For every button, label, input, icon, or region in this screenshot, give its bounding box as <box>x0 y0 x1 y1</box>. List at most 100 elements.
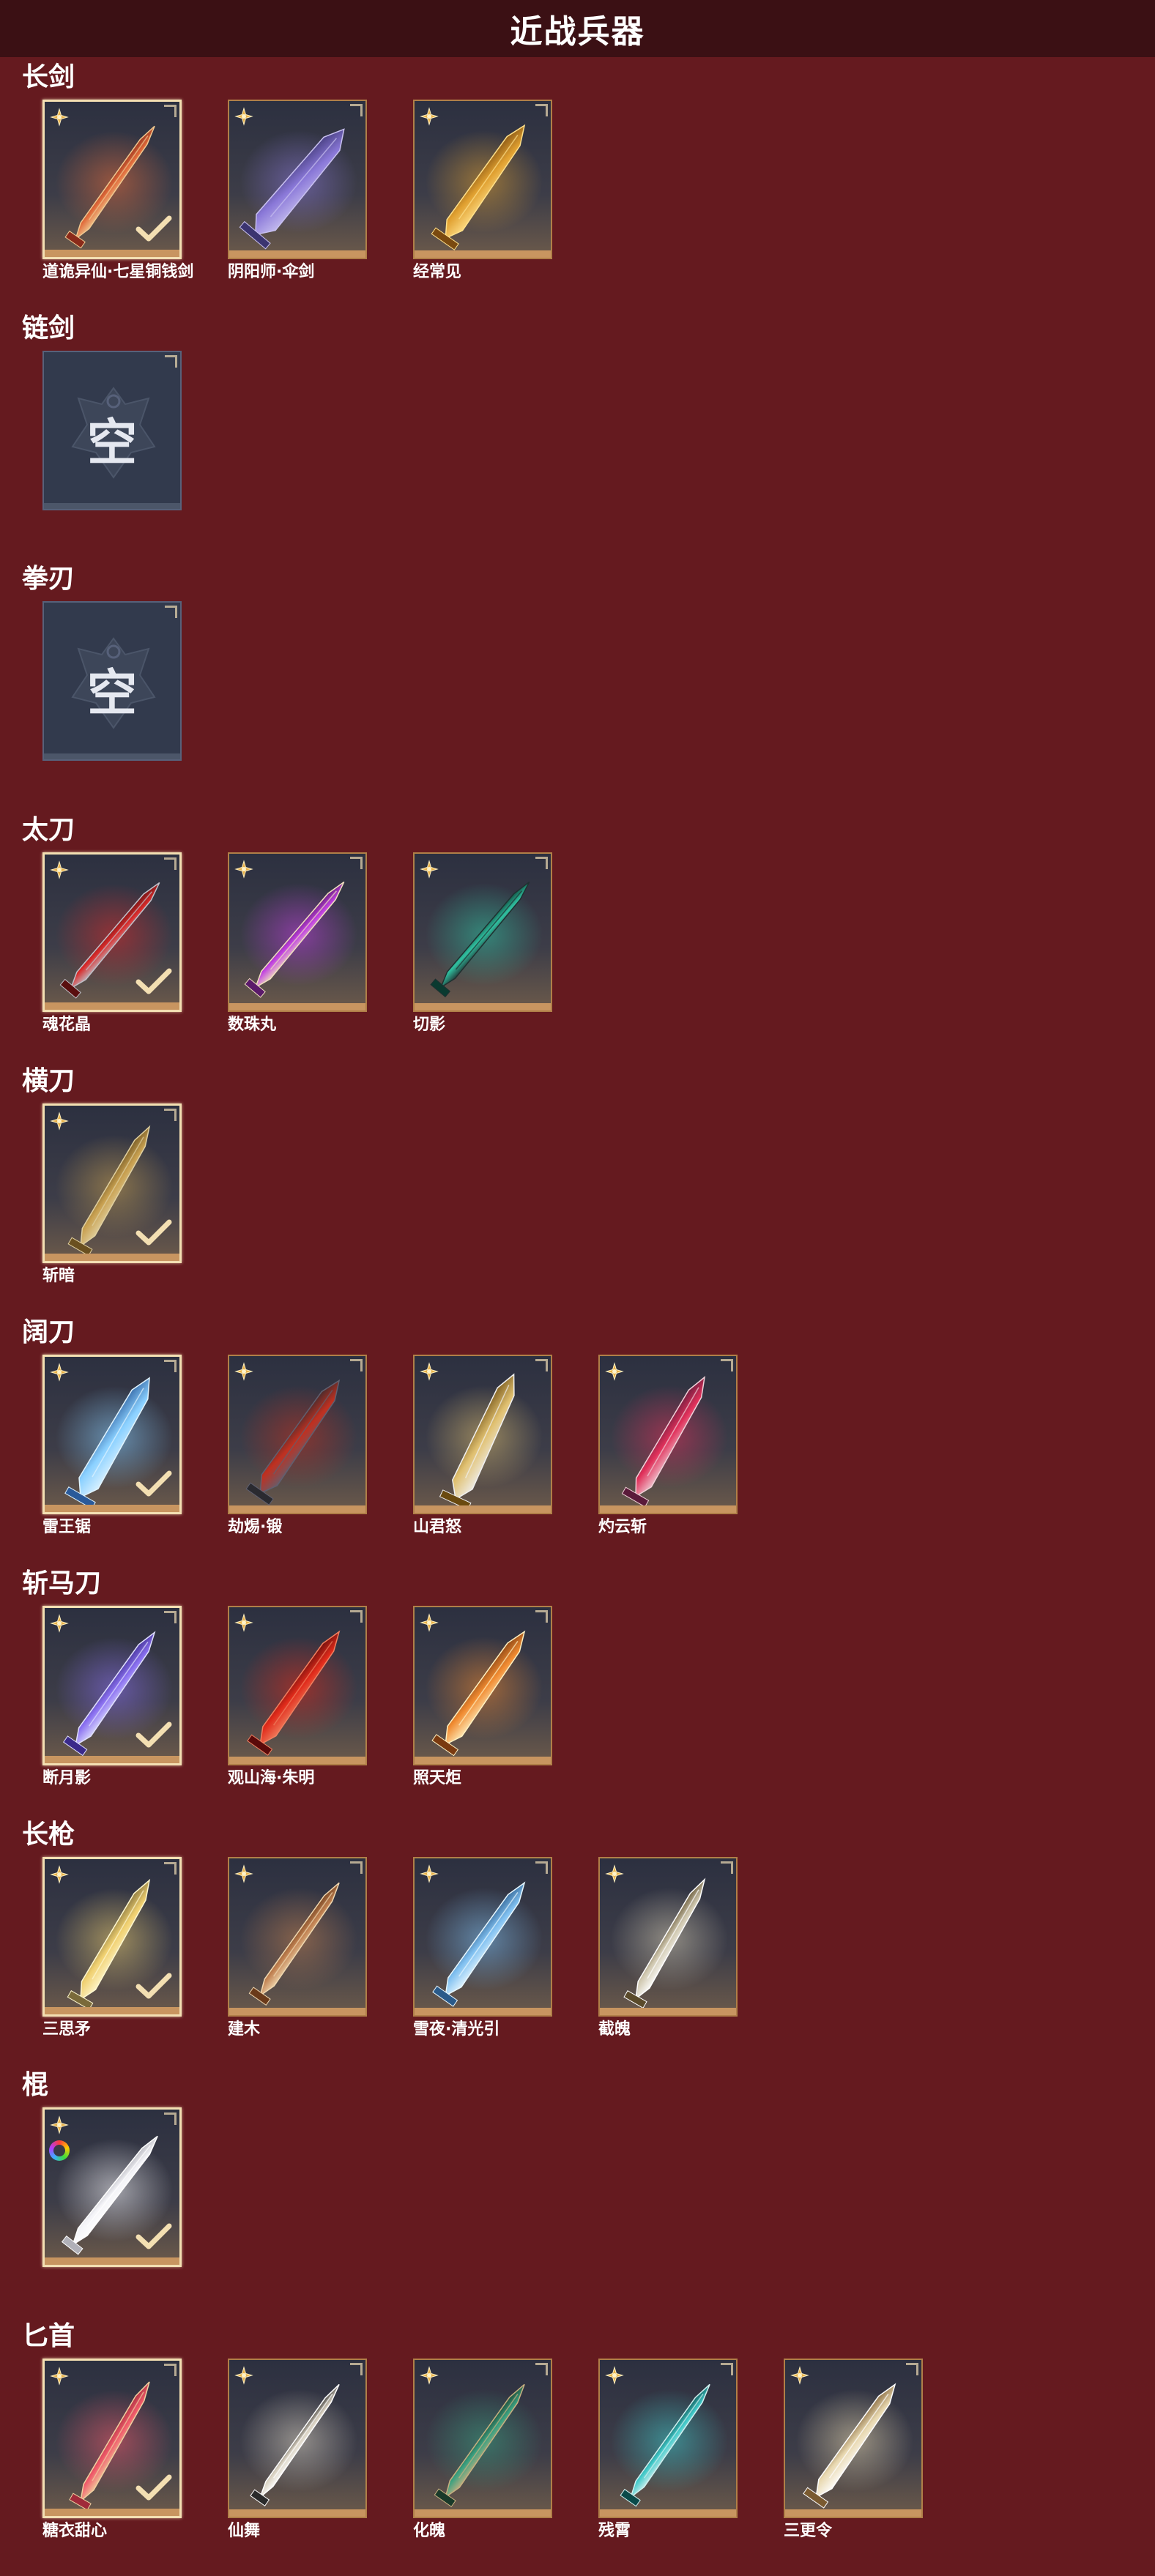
weapon-tile[interactable] <box>598 2359 738 2518</box>
weapon-card[interactable]: 雪夜·清光引 <box>413 1857 555 2040</box>
corner-mark-icon <box>165 606 177 618</box>
weapon-tile[interactable] <box>413 1606 552 1765</box>
weapon-name: 雷王锯 <box>42 1518 92 1536</box>
weapon-card[interactable]: 切影 <box>413 852 555 1035</box>
weapon-name: 魂花晶 <box>42 1016 92 1034</box>
check-icon <box>135 1470 172 1499</box>
star-icon <box>234 1864 253 1883</box>
weapon-card[interactable]: 雷王锯 <box>42 1355 185 1538</box>
weapon-card[interactable] <box>42 2107 185 2270</box>
star-icon <box>50 1363 69 1382</box>
weapon-card[interactable]: 建木 <box>228 1857 370 2040</box>
empty-slot-card[interactable]: 空 <box>42 351 185 513</box>
weapon-tile[interactable] <box>413 1355 552 1514</box>
weapon-tile[interactable] <box>228 100 367 259</box>
weapon-tile[interactable] <box>42 100 182 259</box>
color-wheel-icon <box>49 2140 70 2161</box>
star-icon <box>420 1362 439 1381</box>
weapon-tile[interactable] <box>413 852 552 1012</box>
weapon-name: 观山海·朱明 <box>228 1769 315 1787</box>
weapon-tile[interactable] <box>228 852 367 1012</box>
check-icon <box>135 2473 172 2503</box>
weapon-card[interactable]: 阴阳师·伞剑 <box>228 100 370 283</box>
tile-bottom-bar <box>45 1505 179 1512</box>
weapon-card[interactable]: 道诡异仙·七星铜钱剑 <box>42 100 193 283</box>
star-icon <box>420 2366 439 2385</box>
empty-slot-tile[interactable]: 空 <box>42 601 182 761</box>
weapon-tile[interactable] <box>42 1857 182 2017</box>
weapon-card[interactable]: 三更令 <box>784 2359 926 2542</box>
section-title: 匕首 <box>22 2321 75 2351</box>
weapon-name: 化魄 <box>413 2522 446 2540</box>
tile-bottom-bar <box>229 1757 365 1764</box>
weapon-card[interactable]: 照天炬 <box>413 1606 555 1789</box>
tile-bottom-bar <box>415 1757 551 1764</box>
weapon-card[interactable]: 截魄 <box>598 1857 740 2040</box>
section-title: 棍 <box>22 2070 49 2100</box>
corner-mark-icon <box>164 1109 177 1121</box>
weapon-tile[interactable] <box>413 1857 552 2017</box>
weapon-tile[interactable] <box>228 1355 367 1514</box>
weapon-card[interactable]: 化魄 <box>413 2359 555 2542</box>
star-icon <box>605 1864 624 1883</box>
section-title: 长枪 <box>22 1820 75 1850</box>
tile-bottom-bar <box>45 250 179 257</box>
weapon-tile[interactable] <box>42 2359 182 2518</box>
weapon-card[interactable]: 山君怒 <box>413 1355 555 1538</box>
tile-bottom-bar <box>229 2509 365 2517</box>
empty-slot-tile[interactable]: 空 <box>42 351 182 510</box>
weapon-card[interactable]: 灼云斩 <box>598 1355 740 1538</box>
weapon-card[interactable]: 劫焬·锻 <box>228 1355 370 1538</box>
weapon-tile[interactable] <box>228 2359 367 2518</box>
star-icon <box>50 108 69 127</box>
tile-bottom-bar <box>600 2008 736 2015</box>
corner-mark-icon <box>164 2364 177 2376</box>
weapon-card[interactable]: 糖衣甜心 <box>42 2359 185 2542</box>
corner-mark-icon <box>350 1610 363 1623</box>
weapon-card[interactable]: 数珠丸 <box>228 852 370 1035</box>
star-icon <box>50 860 69 879</box>
star-icon <box>234 2366 253 2385</box>
tile-bottom-bar <box>229 1505 365 1513</box>
corner-mark-icon <box>350 1861 363 1874</box>
weapon-tile[interactable] <box>42 1103 182 1263</box>
weapon-tile[interactable] <box>413 100 552 259</box>
section-1: 链剑空 <box>0 313 1155 554</box>
weapon-tile[interactable] <box>228 1606 367 1765</box>
weapon-name: 山君怒 <box>413 1518 462 1536</box>
weapon-tile[interactable] <box>413 2359 552 2518</box>
weapon-card[interactable]: 观山海·朱明 <box>228 1606 370 1789</box>
page-title: 近战兵器 <box>510 13 645 51</box>
tile-bottom-bar <box>44 503 180 509</box>
weapon-card[interactable]: 魂花晶 <box>42 852 185 1035</box>
weapon-name: 阴阳师·伞剑 <box>228 263 315 281</box>
weapon-card[interactable]: 残霄 <box>598 2359 740 2542</box>
weapon-tile[interactable] <box>228 1857 367 2017</box>
weapon-tile[interactable] <box>42 1606 182 1765</box>
empty-slot-label: 空 <box>86 665 137 723</box>
weapon-tile[interactable] <box>42 2107 182 2267</box>
weapon-card[interactable]: 仙舞 <box>228 2359 370 2542</box>
star-icon <box>420 860 439 879</box>
weapon-tile[interactable] <box>598 1857 738 2017</box>
weapon-card[interactable]: 斩暗 <box>42 1103 185 1287</box>
weapon-tile[interactable] <box>784 2359 923 2518</box>
tile-bottom-bar <box>45 1756 179 1763</box>
weapon-card[interactable]: 断月影 <box>42 1606 185 1789</box>
weapon-name: 劫焬·锻 <box>228 1518 283 1536</box>
weapon-card[interactable]: 经常见 <box>413 100 555 283</box>
corner-mark-icon <box>164 1862 177 1875</box>
weapon-card[interactable]: 三思矛 <box>42 1857 185 2040</box>
check-icon <box>135 1972 172 2001</box>
check-icon <box>135 1218 172 1248</box>
star-icon <box>50 1865 69 1884</box>
empty-slot-card[interactable]: 空 <box>42 601 185 764</box>
corner-mark-icon <box>350 104 363 116</box>
tile-bottom-bar <box>45 2007 179 2014</box>
weapon-tile[interactable] <box>42 852 182 1012</box>
weapon-name: 截魄 <box>598 2020 631 2039</box>
section-title: 阔刀 <box>22 1317 75 1347</box>
weapon-tile[interactable] <box>598 1355 738 1514</box>
weapon-tile[interactable] <box>42 1355 182 1514</box>
star-icon <box>50 1112 69 1131</box>
